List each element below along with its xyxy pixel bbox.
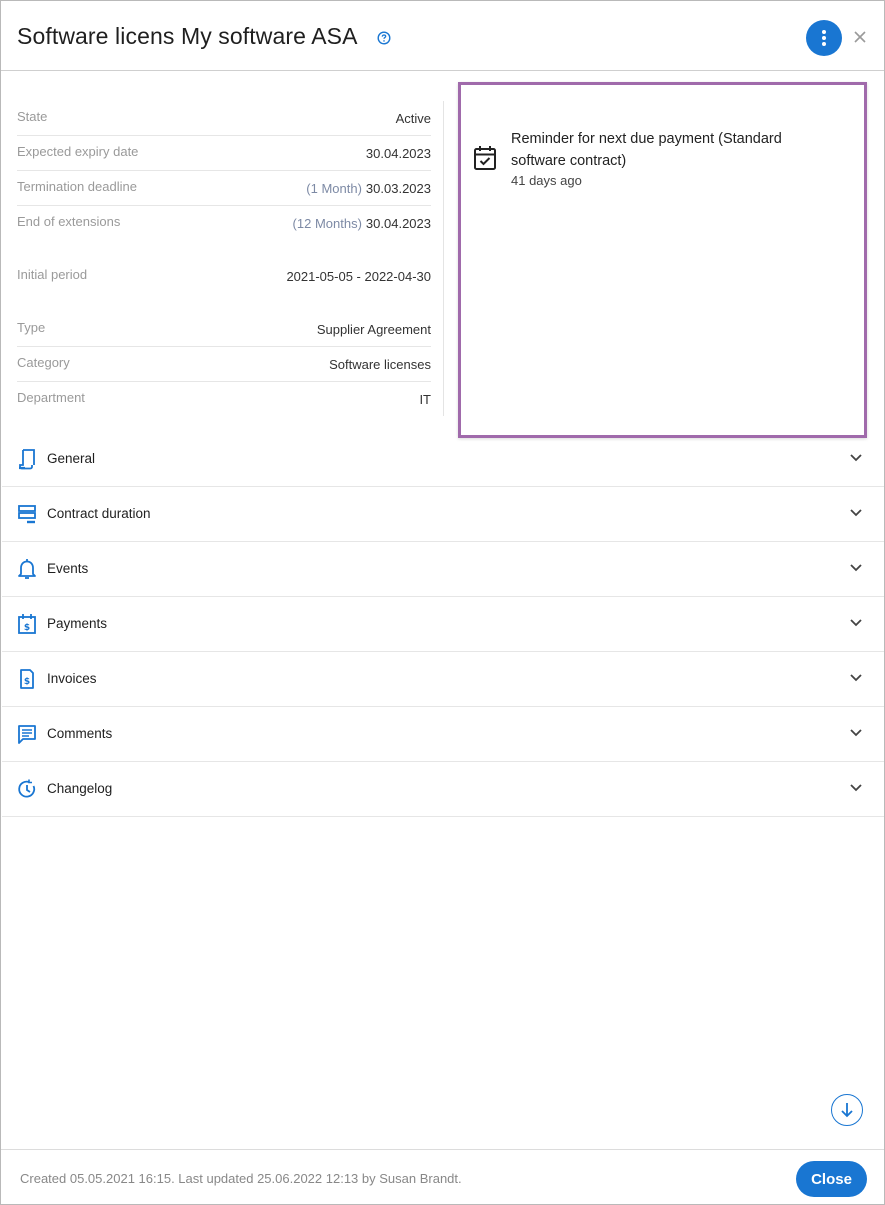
- section-label: Comments: [47, 726, 113, 741]
- detail-value: (12 Months) 30.04.2023: [292, 216, 431, 231]
- detail-label: State: [17, 109, 48, 124]
- svg-text:$: $: [24, 623, 30, 633]
- chevron-down-icon[interactable]: [849, 728, 863, 738]
- section-events[interactable]: Events: [2, 542, 884, 597]
- detail-value: 30.04.2023: [365, 146, 431, 161]
- detail-label: Department: [17, 390, 85, 405]
- section-label: Events: [47, 561, 89, 576]
- section-label: General: [47, 451, 96, 466]
- scroll-down-button[interactable]: [831, 1094, 863, 1126]
- reminder-card[interactable]: Reminder for next due payment (Standard …: [458, 82, 867, 438]
- section-label: Contract duration: [47, 506, 151, 521]
- detail-row-end-of-extensions: End of extensions (12 Months) 30.04.2023: [17, 206, 431, 241]
- section-changelog[interactable]: Changelog: [2, 762, 884, 817]
- reminder-time: 41 days ago: [511, 173, 582, 188]
- calendar-dollar-icon: $: [18, 614, 36, 634]
- reminder-title: Reminder for next due payment (Standard …: [511, 131, 782, 169]
- detail-label: Type: [17, 320, 46, 335]
- detail-row-initial-period: Initial period 2021-05-05 - 2022-04-30: [17, 259, 431, 294]
- section-list: General Contract duration Events $ Payme…: [2, 432, 884, 817]
- section-general[interactable]: General: [2, 432, 884, 487]
- chevron-down-icon[interactable]: [849, 673, 863, 683]
- detail-row-termination-deadline: Termination deadline (1 Month) 30.03.2023: [17, 171, 431, 206]
- detail-row-expected-expiry: Expected expiry date 30.04.2023: [17, 136, 431, 171]
- chevron-down-icon[interactable]: [849, 453, 863, 463]
- detail-label: Initial period: [17, 267, 88, 282]
- detail-label: Category: [17, 355, 70, 370]
- contract-details: State Active Expected expiry date 30.04.…: [17, 101, 431, 417]
- dialog-title: Software licens My software ASA: [17, 23, 358, 49]
- detail-row-state: State Active: [17, 101, 431, 136]
- calendar-check-icon: [474, 146, 496, 170]
- more-vertical-icon: [822, 30, 826, 46]
- invoice-icon: $: [20, 669, 34, 689]
- arrow-down-icon: [841, 1103, 853, 1118]
- section-label: Invoices: [47, 671, 97, 686]
- detail-row-department: Department IT: [17, 382, 431, 417]
- close-icon[interactable]: [853, 30, 867, 44]
- detail-label: End of extensions: [17, 214, 121, 229]
- audit-info: Created 05.05.2021 16:15. Last updated 2…: [20, 1171, 462, 1186]
- detail-label: Termination deadline: [17, 179, 137, 194]
- chevron-down-icon[interactable]: [849, 563, 863, 573]
- bell-icon: [18, 559, 36, 579]
- close-button[interactable]: Close: [796, 1161, 867, 1197]
- detail-row-category: Category Software licenses: [17, 347, 431, 382]
- more-menu-button[interactable]: [806, 20, 842, 56]
- help-circle-icon[interactable]: [377, 31, 391, 45]
- detail-value: (1 Month) 30.03.2023: [306, 181, 431, 196]
- chevron-down-icon[interactable]: [849, 508, 863, 518]
- section-label: Payments: [47, 616, 108, 631]
- section-contract-duration[interactable]: Contract duration: [2, 487, 884, 542]
- column-divider: [443, 101, 444, 416]
- comment-icon: [18, 725, 36, 744]
- detail-value: IT: [419, 392, 431, 407]
- dialog-footer: Created 05.05.2021 16:15. Last updated 2…: [1, 1149, 884, 1205]
- section-payments[interactable]: $ Payments: [2, 597, 884, 652]
- detail-value: Software licenses: [329, 357, 431, 372]
- detail-row-type: Type Supplier Agreement: [17, 312, 431, 347]
- detail-value: 2021-05-05 - 2022-04-30: [286, 269, 431, 284]
- section-label: Changelog: [47, 781, 113, 796]
- detail-label: Expected expiry date: [17, 144, 139, 159]
- chevron-down-icon[interactable]: [849, 783, 863, 793]
- section-comments[interactable]: Comments: [2, 707, 884, 762]
- history-icon: [18, 779, 36, 798]
- svg-text:$: $: [24, 677, 30, 687]
- section-invoices[interactable]: $ Invoices: [2, 652, 884, 707]
- document-icon: [19, 449, 35, 470]
- contract-dialog: Software licens My software ASA State Ac…: [0, 0, 885, 1205]
- dialog-header: Software licens My software ASA: [1, 1, 884, 71]
- list-icon: [18, 505, 36, 524]
- detail-value: Supplier Agreement: [316, 322, 431, 337]
- detail-value: Active: [395, 111, 431, 126]
- chevron-down-icon[interactable]: [849, 618, 863, 628]
